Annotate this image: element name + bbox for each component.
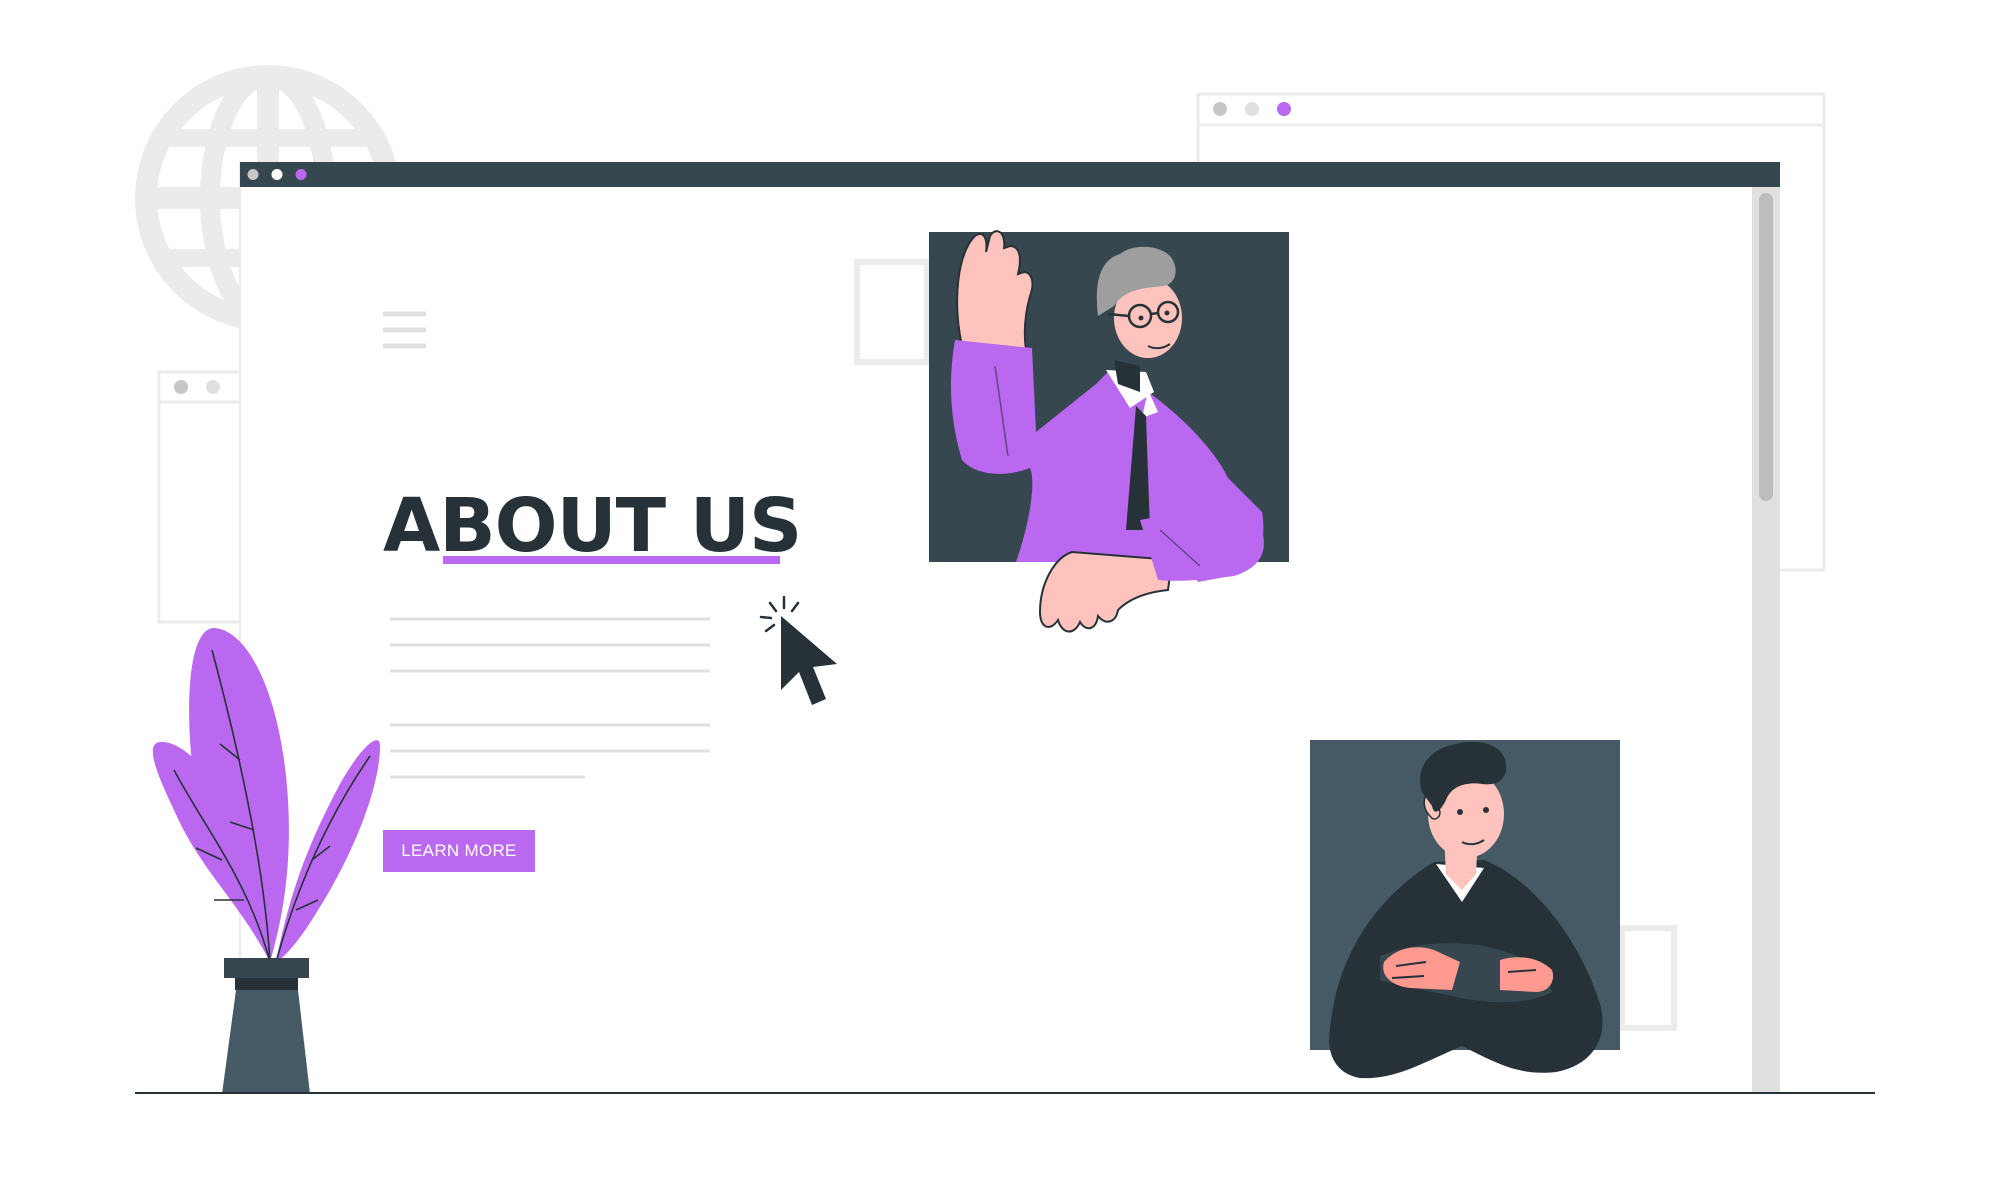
learn-more-button[interactable]: LEARN MORE <box>383 830 535 872</box>
window-dot-white[interactable] <box>271 169 283 180</box>
scrollbar-thumb[interactable] <box>1759 193 1773 501</box>
page-title: ABOUT US <box>383 483 802 569</box>
window-dot-gray[interactable] <box>247 169 259 180</box>
window-dot-purple[interactable] <box>295 169 307 180</box>
about-us-illustration <box>135 65 1875 1094</box>
browser-titlebar <box>240 162 1780 187</box>
arms-crossed-person-card <box>1310 740 1620 1079</box>
